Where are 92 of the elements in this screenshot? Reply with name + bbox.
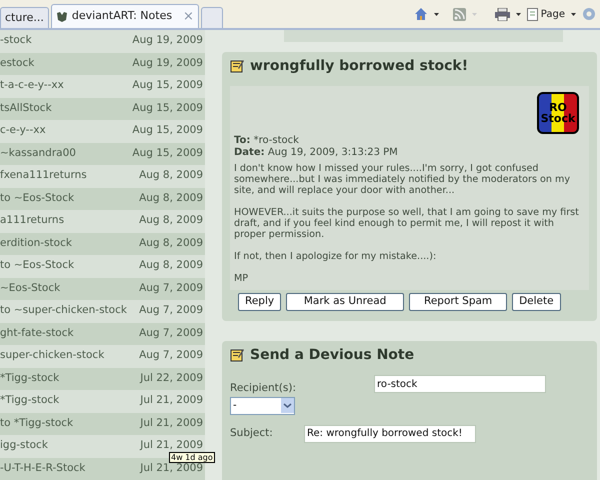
note-sender: ~kassandra00 <box>0 146 76 161</box>
note-sender: super-chicken-stock <box>0 348 104 364</box>
subject-field[interactable]: Re: wrongfully borrowed stock! <box>304 424 476 443</box>
note-date: Aug 8, 2009 <box>139 236 203 251</box>
note-edit-icon <box>230 348 244 362</box>
browser-tab[interactable]: cture... <box>0 7 49 28</box>
feed-icon[interactable] <box>452 8 466 20</box>
note-sender: t-a-c-e-y--xx <box>0 78 64 94</box>
note-sender: c-e-y--xx <box>0 123 46 138</box>
note-date: Jul 21, 2009 <box>140 416 203 431</box>
dropdown-caret-icon[interactable] <box>434 12 439 16</box>
note-sender: igg-stock <box>0 438 48 454</box>
dropdown-caret-icon[interactable] <box>571 12 576 16</box>
note-sender: -U-T-H-E-R-Stock <box>0 460 86 476</box>
note-sender: tsAllStock <box>0 100 52 116</box>
note-action-button[interactable]: Reply <box>238 293 282 311</box>
recipient-field[interactable]: ro-stock <box>374 375 546 393</box>
browser-tab[interactable]: deviantART: Notes × <box>50 4 199 28</box>
note-date: Date: Aug 19, 2009, 3:13:23 PM <box>234 147 399 159</box>
note-title: wrongfully borrowed stock! <box>250 56 468 76</box>
note-date: Jul 22, 2009 <box>140 370 203 386</box>
note-date: Aug 7, 2009 <box>139 303 203 318</box>
note-sender: a111returns <box>0 213 64 228</box>
note-date: Aug 7, 2009 <box>139 280 203 296</box>
note-paragraph: HOWEVER...it suits the purpose so well, that I am going to save my first draft, and if you feel kind enough to permit me, I will repost it with proper permission. <box>234 207 580 240</box>
note-date: Aug 8, 2009 <box>139 168 203 184</box>
note-date: Aug 7, 2009 <box>139 326 203 341</box>
note-row[interactable]: -stock Aug 19, 2009 <box>0 30 205 52</box>
note-action-button[interactable]: Mark as Unread <box>286 293 404 311</box>
note-edit-icon <box>230 59 244 73</box>
note-date: Aug 15, 2009 <box>132 100 203 116</box>
note-sender: erdition-stock <box>0 236 72 251</box>
note-row[interactable]: to ~super-chicken-stock Aug 7, 2009 <box>0 300 205 322</box>
tooltip: 4w 1d ago <box>169 452 215 463</box>
note-date: Aug 19, 2009 <box>132 33 203 48</box>
note-date: Aug 15, 2009 <box>132 78 203 94</box>
note-row[interactable]: estock Aug 19, 2009 <box>0 52 205 75</box>
note-date: Jul 21, 2009 <box>140 462 203 476</box>
page-icon <box>526 8 539 20</box>
note-row[interactable]: to ~Eos-Stock Aug 8, 2009 <box>0 188 205 210</box>
note-row[interactable]: super-chicken-stock Aug 7, 2009 <box>0 345 205 368</box>
note-sender: to *Tigg-stock <box>0 416 74 431</box>
note-row[interactable]: ~Eos-Stock Aug 7, 2009 <box>0 278 205 300</box>
note-row[interactable]: *Tigg-stock Jul 22, 2009 <box>0 368 205 390</box>
home-icon[interactable] <box>414 7 428 21</box>
note-sender: -stock <box>0 33 32 48</box>
note-date: Jul 21, 2009 <box>140 438 203 454</box>
close-tab-button[interactable]: × <box>182 6 194 26</box>
recipient-label: Recipient(s): <box>230 381 296 396</box>
note-sender: ~Eos-Stock <box>0 280 60 296</box>
note-sender: fxena111returns <box>0 168 87 184</box>
note-row[interactable]: *Tigg-stock Jul 21, 2009 <box>0 390 205 412</box>
note-date: Aug 8, 2009 <box>139 213 203 228</box>
note-row[interactable]: to *Tigg-stock Jul 21, 2009 <box>0 412 205 435</box>
note-date: Aug 7, 2009 <box>139 348 203 364</box>
note-row[interactable]: erdition-stock Aug 8, 2009 <box>0 232 205 255</box>
note-row[interactable]: to ~Eos-Stock Aug 8, 2009 <box>0 255 205 278</box>
note-sender: to ~Eos-Stock <box>0 258 74 274</box>
note-sender: *Tigg-stock <box>0 370 60 386</box>
note-date: Aug 8, 2009 <box>139 258 203 274</box>
note-paragraph: If not, then I apologize for my mistake....): <box>234 251 438 262</box>
site-logo-icon <box>56 10 68 22</box>
note-paragraph: I don't know how I missed your rules....I'm sorry, I got confused somewhere...but I was immediately notified by the moderators on my site, and will replace your door with another... <box>234 163 572 196</box>
note-date: Aug 8, 2009 <box>139 190 203 206</box>
note-row[interactable]: tsAllStock Aug 15, 2009 <box>0 98 205 120</box>
recipient-select[interactable]: - <box>230 396 295 415</box>
note-sender: to ~Eos-Stock <box>0 190 74 206</box>
send-note-title: Send a Devious Note <box>250 346 414 364</box>
note-sender: *Tigg-stock <box>0 393 60 408</box>
note-sender: ght-fate-stock <box>0 326 74 341</box>
note-recipient: To: *ro-stock <box>234 135 300 147</box>
note-row[interactable]: c-e-y--xx Aug 15, 2009 <box>0 120 205 142</box>
note-row[interactable]: t-a-c-e-y--xx Aug 15, 2009 <box>0 75 205 98</box>
note-row[interactable]: ght-fate-stock Aug 7, 2009 <box>0 322 205 345</box>
note-date: Aug 15, 2009 <box>132 146 203 161</box>
note-row[interactable]: fxena111returns Aug 8, 2009 <box>0 165 205 188</box>
settings-icon[interactable] <box>582 7 596 21</box>
note-action-button[interactable]: Report Spam <box>409 293 508 311</box>
subject-label: Subject: <box>230 426 274 441</box>
dropdown-caret-icon[interactable] <box>516 12 521 16</box>
note-action-button[interactable]: Delete <box>512 293 561 311</box>
note-date: Jul 21, 2009 <box>140 393 203 408</box>
note-sender: estock <box>0 56 34 71</box>
print-icon[interactable] <box>494 8 510 20</box>
note-date: Aug 15, 2009 <box>132 123 203 138</box>
note-sender: to ~super-chicken-stock <box>0 303 127 318</box>
note-row[interactable]: ~kassandra00 Aug 15, 2009 <box>0 142 205 165</box>
note-paragraph: MP <box>234 273 250 284</box>
note-row[interactable]: a111returns Aug 8, 2009 <box>0 210 205 232</box>
browser-tab[interactable] <box>200 7 223 28</box>
note-date: Aug 19, 2009 <box>132 56 203 71</box>
page-menu-button[interactable]: Page <box>526 6 565 22</box>
